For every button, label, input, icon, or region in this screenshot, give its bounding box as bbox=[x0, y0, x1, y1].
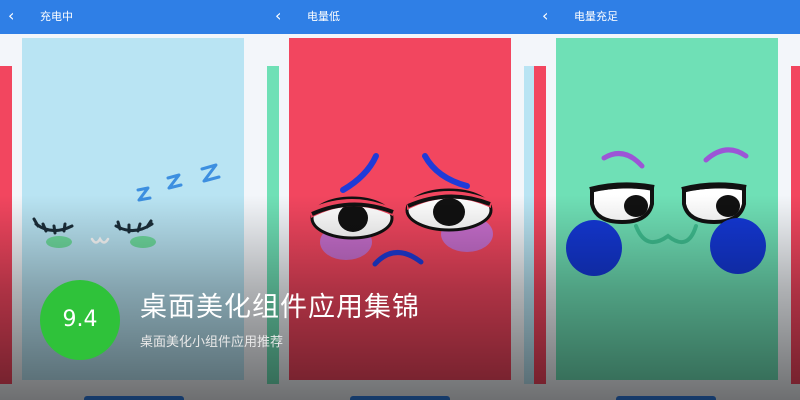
screen-title: 充电中 bbox=[40, 10, 73, 23]
eyebrow-left bbox=[340, 153, 379, 193]
title-bar: ‹ 电量充足 bbox=[534, 0, 800, 34]
screen-title: 电量充足 bbox=[574, 10, 618, 23]
app-promo-banner: ‹ 充电中 ‹ 电量低 ‹ 电量充足 9.4 桌面美化组件应用集锦 桌面美化小组… bbox=[0, 0, 800, 400]
title-bar: ‹ 充电中 bbox=[0, 0, 267, 34]
chevron-left-icon[interactable]: ‹ bbox=[275, 7, 281, 25]
screen-title: 电量低 bbox=[307, 10, 340, 23]
eyebrow-right bbox=[703, 147, 749, 163]
chevron-left-icon[interactable]: ‹ bbox=[8, 7, 14, 25]
app-subtitle: 桌面美化小组件应用推荐 bbox=[140, 335, 284, 350]
title-bar: ‹ 电量低 bbox=[267, 0, 534, 34]
app-title[interactable]: 桌面美化组件应用集锦 bbox=[140, 290, 420, 326]
eyebrow-left bbox=[601, 151, 645, 169]
chevron-left-icon[interactable]: ‹ bbox=[542, 7, 548, 25]
rating-badge: 9.4 bbox=[40, 280, 120, 360]
eyebrow-right bbox=[422, 153, 470, 189]
